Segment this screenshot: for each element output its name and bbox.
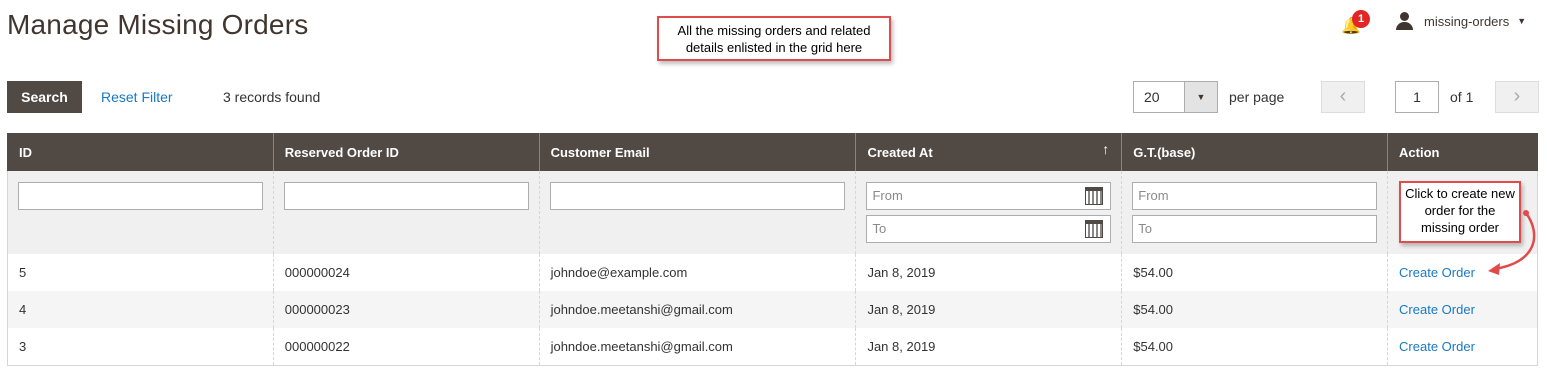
created-at-from-input[interactable]: From	[866, 182, 1112, 210]
create-order-link[interactable]: Create Order	[1399, 302, 1475, 317]
cell-grand-total: $54.00	[1121, 328, 1388, 366]
column-header-customer-email[interactable]: Customer Email	[538, 133, 856, 171]
id-filter-input[interactable]	[18, 182, 263, 210]
filter-cell-reserved-order-id	[272, 171, 540, 254]
missing-orders-grid: ID Reserved Order ID Customer Email Crea…	[7, 133, 1538, 366]
cell-grand-total: $54.00	[1121, 254, 1388, 291]
cell-created-at: Jan 8, 2019	[855, 254, 1122, 291]
grand-total-from-placeholder: From	[1138, 188, 1169, 203]
calendar-icon[interactable]	[1085, 187, 1104, 205]
create-order-link[interactable]: Create Order	[1399, 265, 1475, 280]
records-count: 3 records found	[223, 89, 321, 105]
filter-row: From To From To	[7, 171, 1538, 254]
page-number-input[interactable]: 1	[1395, 81, 1439, 113]
grand-total-to-input[interactable]: To	[1132, 215, 1378, 243]
filter-cell-id	[7, 171, 274, 254]
search-button[interactable]: Search	[7, 81, 82, 113]
created-at-to-placeholder: To	[872, 221, 887, 236]
reserved-order-id-filter-input[interactable]	[283, 182, 529, 210]
page-total: of 1	[1450, 89, 1474, 105]
annotation-grid-note: All the missing orders and related detai…	[657, 16, 891, 61]
user-icon	[1396, 12, 1414, 30]
user-menu[interactable]: missing-orders ▼	[1396, 11, 1526, 31]
cell-reserved-order-id: 000000022	[272, 328, 540, 366]
reset-filter-link[interactable]: Reset Filter	[101, 89, 173, 105]
previous-page-button[interactable]: ‹	[1321, 81, 1365, 113]
grand-total-from-input[interactable]: From	[1132, 182, 1378, 210]
table-row[interactable]: 5 000000024 johndoe@example.com Jan 8, 2…	[7, 254, 1538, 291]
column-header-created-at-label: Created At	[867, 144, 933, 160]
cell-grand-total: $54.00	[1121, 291, 1388, 328]
cell-id: 3	[7, 328, 274, 366]
calendar-icon[interactable]	[1085, 220, 1104, 238]
cell-created-at: Jan 8, 2019	[855, 328, 1122, 366]
cell-id: 4	[7, 291, 274, 328]
column-header-created-at[interactable]: Created At ↑	[855, 133, 1122, 171]
chevron-left-icon: ‹	[1339, 85, 1347, 107]
column-header-grand-total[interactable]: G.T.(base)	[1121, 133, 1388, 171]
filter-cell-created-at: From To	[855, 171, 1122, 254]
cell-email: johndoe@example.com	[538, 254, 856, 291]
cell-action: Create Order	[1387, 291, 1538, 328]
filter-cell-grand-total: From To	[1121, 171, 1388, 254]
cell-email: johndoe.meetanshi@gmail.com	[538, 291, 856, 328]
grid-header-row: ID Reserved Order ID Customer Email Crea…	[7, 133, 1538, 171]
column-header-action: Action	[1387, 133, 1538, 171]
cell-action: Create Order	[1387, 328, 1538, 366]
chevron-down-icon: ▼	[1517, 16, 1527, 26]
per-page-value: 20	[1144, 89, 1160, 105]
per-page-select[interactable]: 20 ▼	[1133, 81, 1218, 113]
username: missing-orders	[1424, 13, 1510, 29]
sort-ascending-icon: ↑	[1102, 141, 1110, 157]
next-page-button[interactable]: ›	[1495, 81, 1539, 113]
chevron-down-icon[interactable]: ▼	[1184, 82, 1217, 112]
column-header-reserved-order-id[interactable]: Reserved Order ID	[272, 133, 540, 171]
grand-total-to-placeholder: To	[1138, 221, 1152, 236]
page-title: Manage Missing Orders	[7, 9, 309, 40]
cell-created-at: Jan 8, 2019	[855, 291, 1122, 328]
cell-email: johndoe.meetanshi@gmail.com	[538, 328, 856, 366]
filter-cell-email	[538, 171, 856, 254]
table-row[interactable]: 4 000000023 johndoe.meetanshi@gmail.com …	[7, 291, 1538, 328]
notifications-button[interactable]: 🔔 1	[1341, 10, 1370, 35]
chevron-right-icon: ›	[1513, 85, 1521, 107]
cell-id: 5	[7, 254, 274, 291]
table-row[interactable]: 3 000000022 johndoe.meetanshi@gmail.com …	[7, 328, 1538, 366]
created-at-to-input[interactable]: To	[866, 215, 1112, 243]
email-filter-input[interactable]	[549, 182, 846, 210]
per-page-label: per page	[1229, 89, 1285, 105]
column-header-id[interactable]: ID	[7, 133, 274, 171]
cell-reserved-order-id: 000000024	[272, 254, 540, 291]
cell-reserved-order-id: 000000023	[272, 291, 540, 328]
notification-badge: 1	[1352, 10, 1370, 28]
annotation-arrow-icon	[1488, 210, 1536, 275]
create-order-link[interactable]: Create Order	[1399, 339, 1475, 354]
created-at-from-placeholder: From	[872, 188, 903, 203]
